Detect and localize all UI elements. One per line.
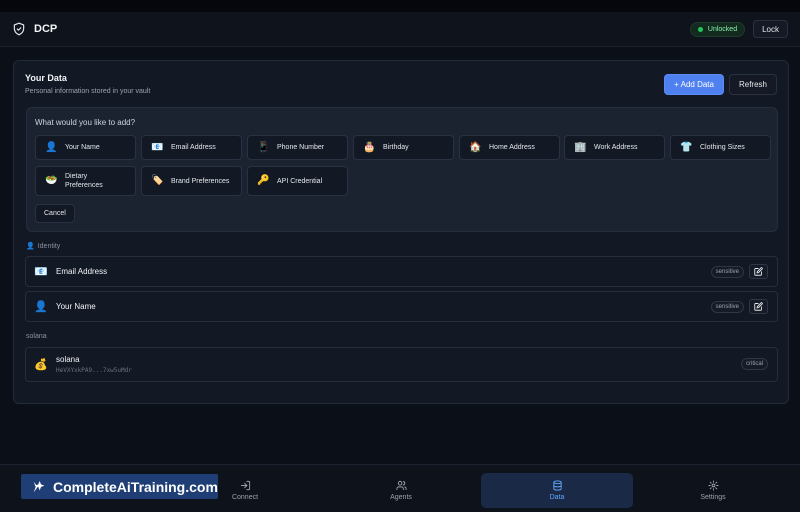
option-label: Your Name [65, 144, 100, 151]
edit-button[interactable] [749, 299, 768, 314]
option-birthday[interactable]: 🎂 Birthday [353, 135, 454, 160]
watermark-banner: CompleteAiTraining.com [21, 474, 218, 499]
sensitivity-badge: sensitive [710, 300, 744, 313]
nav-label: Settings [700, 494, 726, 501]
option-home-address[interactable]: 🏠 Home Address [459, 135, 560, 160]
card-subtitle: Personal information stored in your vaul… [25, 88, 151, 95]
money-bag-icon: 💰 [34, 359, 48, 371]
option-label: Brand Preferences [171, 177, 230, 185]
section-label-text: Identity [37, 242, 61, 250]
status-badge: Unlocked [689, 21, 746, 37]
section-label-identity: 👤 Identity [26, 242, 61, 251]
watermark-text: CompleteAiTraining.com [53, 478, 218, 495]
row-name: Email Address [56, 267, 108, 276]
data-row-your-name[interactable]: 👤 Your Name sensitive [25, 291, 778, 322]
option-label: Phone Number [277, 144, 325, 151]
your-data-card: Your Data Personal information stored in… [13, 60, 789, 404]
person-icon: 👤 [26, 243, 35, 250]
top-strip [0, 0, 800, 12]
sparkle-logo-icon [33, 480, 45, 492]
option-label: Clothing Sizes [700, 144, 745, 151]
cake-icon: 🎂 [363, 141, 376, 153]
edit-icon [754, 267, 763, 276]
sensitivity-badge: critical [740, 358, 768, 370]
brand: DCP [12, 22, 57, 36]
login-icon [240, 480, 250, 491]
house-icon: 🏠 [469, 141, 482, 153]
nav-label: Connect [231, 494, 259, 501]
lock-button[interactable]: Lock [753, 20, 788, 38]
option-clothing-sizes[interactable]: 👕 Clothing Sizes [670, 135, 771, 160]
option-phone-number[interactable]: 📱 Phone Number [247, 135, 348, 160]
wallet-address: HeVXYxkPA9...7xw5uMdr [56, 367, 132, 374]
option-api-credential[interactable]: 🔑 API Credential [247, 166, 348, 196]
shirt-icon: 👕 [680, 141, 693, 153]
status-text: Unlocked [707, 25, 738, 33]
users-icon [395, 480, 407, 491]
option-brand-preferences[interactable]: 🏷️ Brand Preferences [141, 166, 242, 196]
edit-button[interactable] [749, 264, 768, 279]
cancel-button[interactable]: Cancel [35, 204, 75, 223]
data-row-solana[interactable]: 💰 solana HeVXYxkPA9...7xw5uMdr critical [25, 347, 778, 382]
shield-icon [12, 22, 26, 36]
app-header: DCP Unlocked Lock [0, 12, 800, 47]
salad-icon: 🥗 [45, 175, 58, 186]
nav-label: Agents [390, 494, 412, 501]
email-icon: 📧 [151, 141, 164, 153]
row-name: Your Name [56, 302, 96, 311]
nav-label: Data [549, 494, 565, 501]
option-email-address[interactable]: 📧 Email Address [141, 135, 242, 160]
section-label-solana: solana [26, 333, 47, 340]
gear-icon [707, 480, 719, 491]
nav-settings[interactable]: Settings [637, 473, 789, 508]
status-dot-icon [697, 26, 703, 32]
add-data-picker: What would you like to add? 👤 Your Name … [26, 107, 778, 232]
section-label-text: solana [26, 333, 47, 340]
person-icon: 👤 [34, 301, 48, 313]
row-name: solana [56, 355, 80, 364]
option-label: Home Address [489, 144, 535, 151]
nav-data[interactable]: Data [481, 473, 633, 508]
refresh-button[interactable]: Refresh [728, 74, 777, 95]
tag-icon: 🏷️ [151, 175, 164, 186]
office-building-icon: 🏢 [574, 141, 587, 153]
option-label: API Credential [277, 177, 323, 185]
add-data-button[interactable]: + Add Data [664, 74, 724, 95]
option-label: Birthday [383, 144, 409, 151]
option-your-name[interactable]: 👤 Your Name [35, 135, 136, 160]
phone-icon: 📱 [257, 141, 270, 153]
option-dietary-preferences[interactable]: 🥗 Dietary Preferences [35, 166, 136, 196]
card-title: Your Data [25, 73, 67, 83]
email-icon: 📧 [34, 266, 48, 278]
option-label: Email Address [171, 144, 216, 151]
picker-question: What would you like to add? [35, 118, 136, 127]
option-work-address[interactable]: 🏢 Work Address [564, 135, 665, 160]
database-icon [552, 480, 562, 491]
app-title: DCP [34, 23, 58, 35]
sensitivity-badge: sensitive [710, 265, 744, 278]
key-icon: 🔑 [257, 175, 270, 186]
data-row-email-address[interactable]: 📧 Email Address sensitive [25, 256, 778, 287]
nav-agents[interactable]: Agents [325, 473, 477, 508]
option-label: Work Address [594, 144, 638, 151]
person-icon: 👤 [45, 141, 58, 153]
edit-icon [754, 302, 763, 311]
option-label: Dietary Preferences [65, 173, 103, 189]
